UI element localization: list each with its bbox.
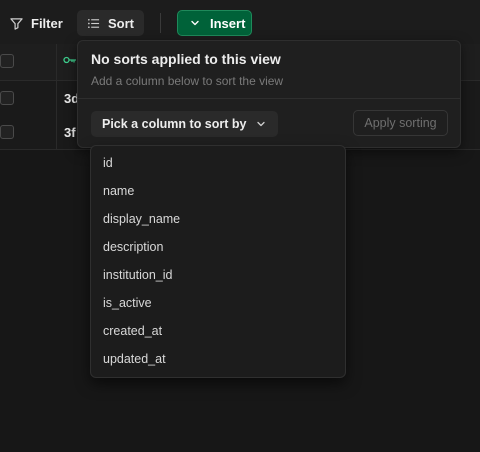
insert-button[interactable]: Insert — [177, 10, 252, 36]
column-option[interactable]: created_at — [103, 321, 162, 341]
column-option[interactable]: name — [103, 181, 134, 201]
row-checkbox-cell — [0, 81, 57, 115]
filter-label: Filter — [31, 15, 63, 31]
column-dropdown: id name display_name description institu… — [90, 145, 346, 378]
toolbar: Filter Sort Insert — [0, 0, 480, 45]
column-option[interactable]: institution_id — [103, 265, 173, 285]
popover-subtitle: Add a column below to sort the view — [91, 74, 284, 88]
sort-popover: No sorts applied to this view Add a colu… — [77, 40, 461, 148]
insert-label: Insert — [210, 15, 246, 31]
id-cell[interactable]: 3f — [64, 115, 76, 149]
list-icon — [87, 17, 100, 30]
table-editor: Filter Sort Insert 3d 3f No sorts applie… — [0, 0, 480, 452]
pick-column-button[interactable]: Pick a column to sort by — [91, 111, 279, 137]
row-checkbox-cell — [0, 115, 57, 149]
row-checkbox[interactable] — [0, 125, 14, 139]
header-checkbox-cell — [0, 44, 57, 80]
popover-divider — [78, 98, 460, 99]
filter-button[interactable]: Filter — [0, 10, 73, 36]
pick-column-label: Pick a column to sort by — [102, 117, 247, 131]
column-option[interactable]: updated_at — [103, 349, 166, 369]
select-all-checkbox[interactable] — [0, 54, 14, 68]
sort-button[interactable]: Sort — [77, 10, 144, 36]
apply-sorting-button[interactable]: Apply sorting — [353, 110, 448, 136]
chevron-down-icon — [256, 119, 266, 129]
filter-icon — [10, 17, 23, 30]
chevron-down-icon — [190, 18, 200, 28]
column-option[interactable]: id — [103, 153, 113, 173]
column-option[interactable]: is_active — [103, 293, 152, 313]
popover-title: No sorts applied to this view — [91, 51, 281, 67]
row-checkbox[interactable] — [0, 91, 14, 105]
primary-key-icon — [63, 55, 77, 65]
column-option[interactable]: description — [103, 237, 163, 257]
sort-label: Sort — [108, 15, 134, 31]
column-option[interactable]: display_name — [103, 209, 180, 229]
toolbar-divider — [160, 13, 161, 33]
